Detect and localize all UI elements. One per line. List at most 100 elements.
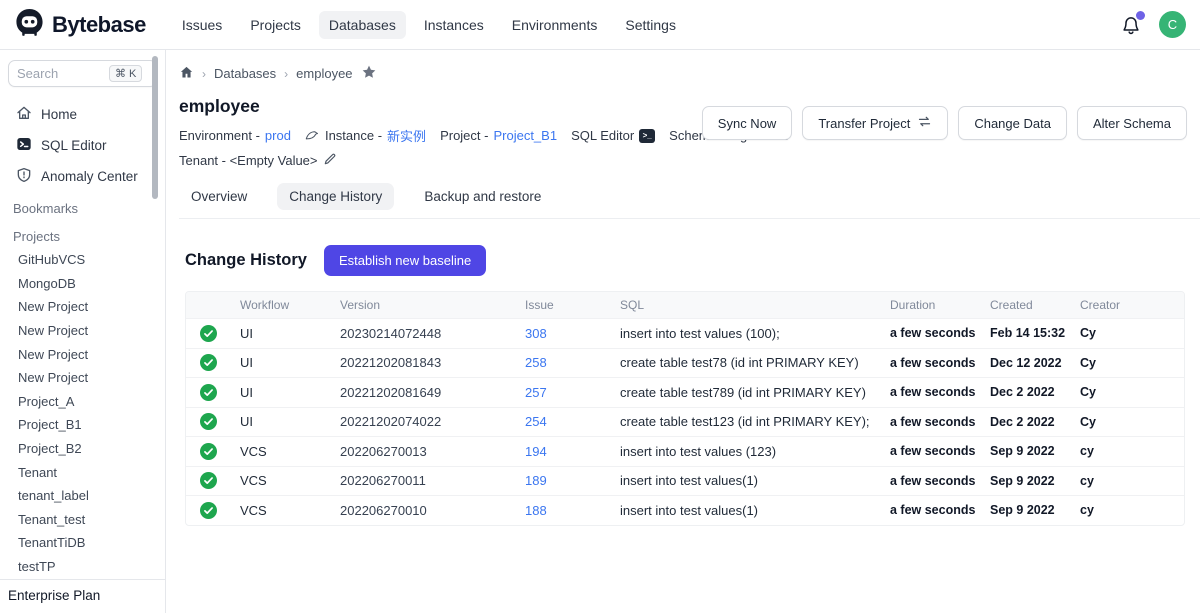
sidebar-project-item[interactable]: New Project	[0, 295, 165, 319]
sync-now-button[interactable]: Sync Now	[702, 106, 793, 140]
sql-cell: insert into test values (123)	[620, 444, 890, 459]
sidebar-project-item[interactable]: Tenant_test	[0, 508, 165, 532]
duration-cell: a few seconds	[890, 503, 990, 517]
tab-overview[interactable]: Overview	[179, 183, 259, 210]
sidebar-scrollbar[interactable]	[152, 56, 158, 199]
sidebar-section-bookmarks: Bookmarks	[0, 192, 165, 220]
breadcrumb: › Databases › employee	[167, 50, 1200, 83]
transfer-project-button[interactable]: Transfer Project	[802, 106, 948, 140]
sidebar-project-item[interactable]: MongoDB	[0, 272, 165, 296]
shield-icon	[16, 167, 32, 186]
creator-cell: Cy	[1080, 415, 1184, 429]
table-row[interactable]: VCS 202206270013 194 insert into test va…	[186, 436, 1184, 466]
environment-link[interactable]: prod	[265, 128, 291, 143]
transfer-project-label: Transfer Project	[818, 116, 910, 131]
nav-item-settings[interactable]: Settings	[615, 11, 686, 39]
sidebar-project-item[interactable]: testTP	[0, 555, 165, 579]
sidebar-project-item[interactable]: TenantTiDB	[0, 531, 165, 555]
col-created: Created	[990, 298, 1080, 312]
created-cell: Sep 9 2022	[990, 474, 1080, 488]
notification-bell-icon[interactable]	[1121, 14, 1141, 36]
sidebar-project-item[interactable]: Tenant	[0, 460, 165, 484]
version-cell: 20230214072448	[340, 326, 525, 341]
nav-item-databases[interactable]: Databases	[319, 11, 406, 39]
sql-cell: insert into test values(1)	[620, 503, 890, 518]
breadcrumb-current: employee	[296, 66, 352, 81]
breadcrumb-separator: ›	[202, 67, 206, 81]
nav-item-projects[interactable]: Projects	[240, 11, 311, 39]
issue-link[interactable]: 308	[525, 326, 620, 341]
table-row[interactable]: UI 20221202074022 254 create table test1…	[186, 407, 1184, 437]
table-row[interactable]: VCS 202206270010 188 insert into test va…	[186, 495, 1184, 525]
mysql-engine-icon	[305, 128, 320, 144]
version-cell: 202206270013	[340, 444, 525, 459]
sidebar-project-item[interactable]: Project_A	[0, 390, 165, 414]
sidebar-project-item[interactable]: New Project	[0, 342, 165, 366]
sql-editor-link[interactable]: SQL Editor >_	[571, 128, 655, 143]
alter-schema-button[interactable]: Alter Schema	[1077, 106, 1187, 140]
search-input[interactable]	[17, 66, 109, 81]
issue-link[interactable]: 189	[525, 473, 620, 488]
table-row[interactable]: UI 20221202081843 258 create table test7…	[186, 348, 1184, 378]
project-link[interactable]: Project_B1	[493, 128, 557, 143]
created-cell: Dec 12 2022	[990, 356, 1080, 370]
issue-link[interactable]: 254	[525, 414, 620, 429]
created-cell: Feb 14 15:32	[990, 326, 1080, 340]
database-tabs: Overview Change History Backup and resto…	[179, 183, 1200, 219]
sidebar-item-label: Home	[41, 107, 77, 122]
duration-cell: a few seconds	[890, 326, 990, 340]
bytebase-logo[interactable]: Bytebase	[14, 7, 146, 43]
issue-link[interactable]: 258	[525, 355, 620, 370]
sidebar-project-item[interactable]: Project_B1	[0, 413, 165, 437]
sidebar-project-item[interactable]: GitHubVCS	[0, 248, 165, 272]
sql-cell: create table test78 (id int PRIMARY KEY)	[620, 355, 890, 370]
status-done-icon	[186, 502, 240, 519]
duration-cell: a few seconds	[890, 415, 990, 429]
change-data-button[interactable]: Change Data	[958, 106, 1067, 140]
sidebar-item-sql-editor[interactable]: SQL Editor	[0, 130, 165, 161]
bookmark-star-icon[interactable]	[361, 64, 377, 83]
workflow-cell: UI	[240, 326, 340, 341]
sidebar-item-anomaly-center[interactable]: Anomaly Center	[0, 161, 165, 192]
tab-change-history[interactable]: Change History	[277, 183, 394, 210]
issue-link[interactable]: 194	[525, 444, 620, 459]
created-cell: Dec 2 2022	[990, 385, 1080, 399]
nav-item-instances[interactable]: Instances	[414, 11, 494, 39]
version-cell: 202206270011	[340, 473, 525, 488]
status-done-icon	[186, 325, 240, 342]
workflow-cell: UI	[240, 414, 340, 429]
issue-link[interactable]: 188	[525, 503, 620, 518]
breadcrumb-separator: ›	[284, 67, 288, 81]
workflow-cell: UI	[240, 355, 340, 370]
sidebar-item-home[interactable]: Home	[0, 99, 165, 130]
tab-backup-and-restore[interactable]: Backup and restore	[412, 183, 553, 210]
version-cell: 202206270010	[340, 503, 525, 518]
breadcrumb-home-icon[interactable]	[179, 65, 194, 83]
status-done-icon	[186, 413, 240, 430]
establish-baseline-button[interactable]: Establish new baseline	[324, 245, 486, 276]
sidebar-project-item[interactable]: New Project	[0, 366, 165, 390]
creator-cell: cy	[1080, 474, 1184, 488]
table-row[interactable]: UI 20230214072448 308 insert into test v…	[186, 318, 1184, 348]
tenant-meta-row: Tenant - <Empty Value>	[179, 152, 1200, 169]
instance-link[interactable]: 新实例	[387, 126, 426, 145]
nav-item-environments[interactable]: Environments	[502, 11, 608, 39]
col-workflow: Workflow	[240, 298, 340, 312]
edit-pencil-icon[interactable]	[323, 152, 337, 169]
nav-item-issues[interactable]: Issues	[172, 11, 232, 39]
sidebar-project-item[interactable]: New Project	[0, 319, 165, 343]
issue-link[interactable]: 257	[525, 385, 620, 400]
change-history-title: Change History	[185, 251, 307, 270]
search-box[interactable]: ⌘ K	[8, 60, 157, 87]
table-row[interactable]: VCS 202206270011 189 insert into test va…	[186, 466, 1184, 496]
sidebar-project-item[interactable]: tenant_label	[0, 484, 165, 508]
creator-cell: cy	[1080, 503, 1184, 517]
user-avatar[interactable]: C	[1159, 11, 1186, 38]
duration-cell: a few seconds	[890, 385, 990, 399]
table-row[interactable]: UI 20221202081649 257 create table test7…	[186, 377, 1184, 407]
page-actions: Sync Now Transfer Project Change Data Al…	[702, 106, 1187, 140]
table-header-row: Workflow Version Issue SQL Duration Crea…	[186, 292, 1184, 318]
sidebar-project-item[interactable]: Project_B2	[0, 437, 165, 461]
breadcrumb-databases[interactable]: Databases	[214, 66, 276, 81]
sql-cell: insert into test values (100);	[620, 326, 890, 341]
